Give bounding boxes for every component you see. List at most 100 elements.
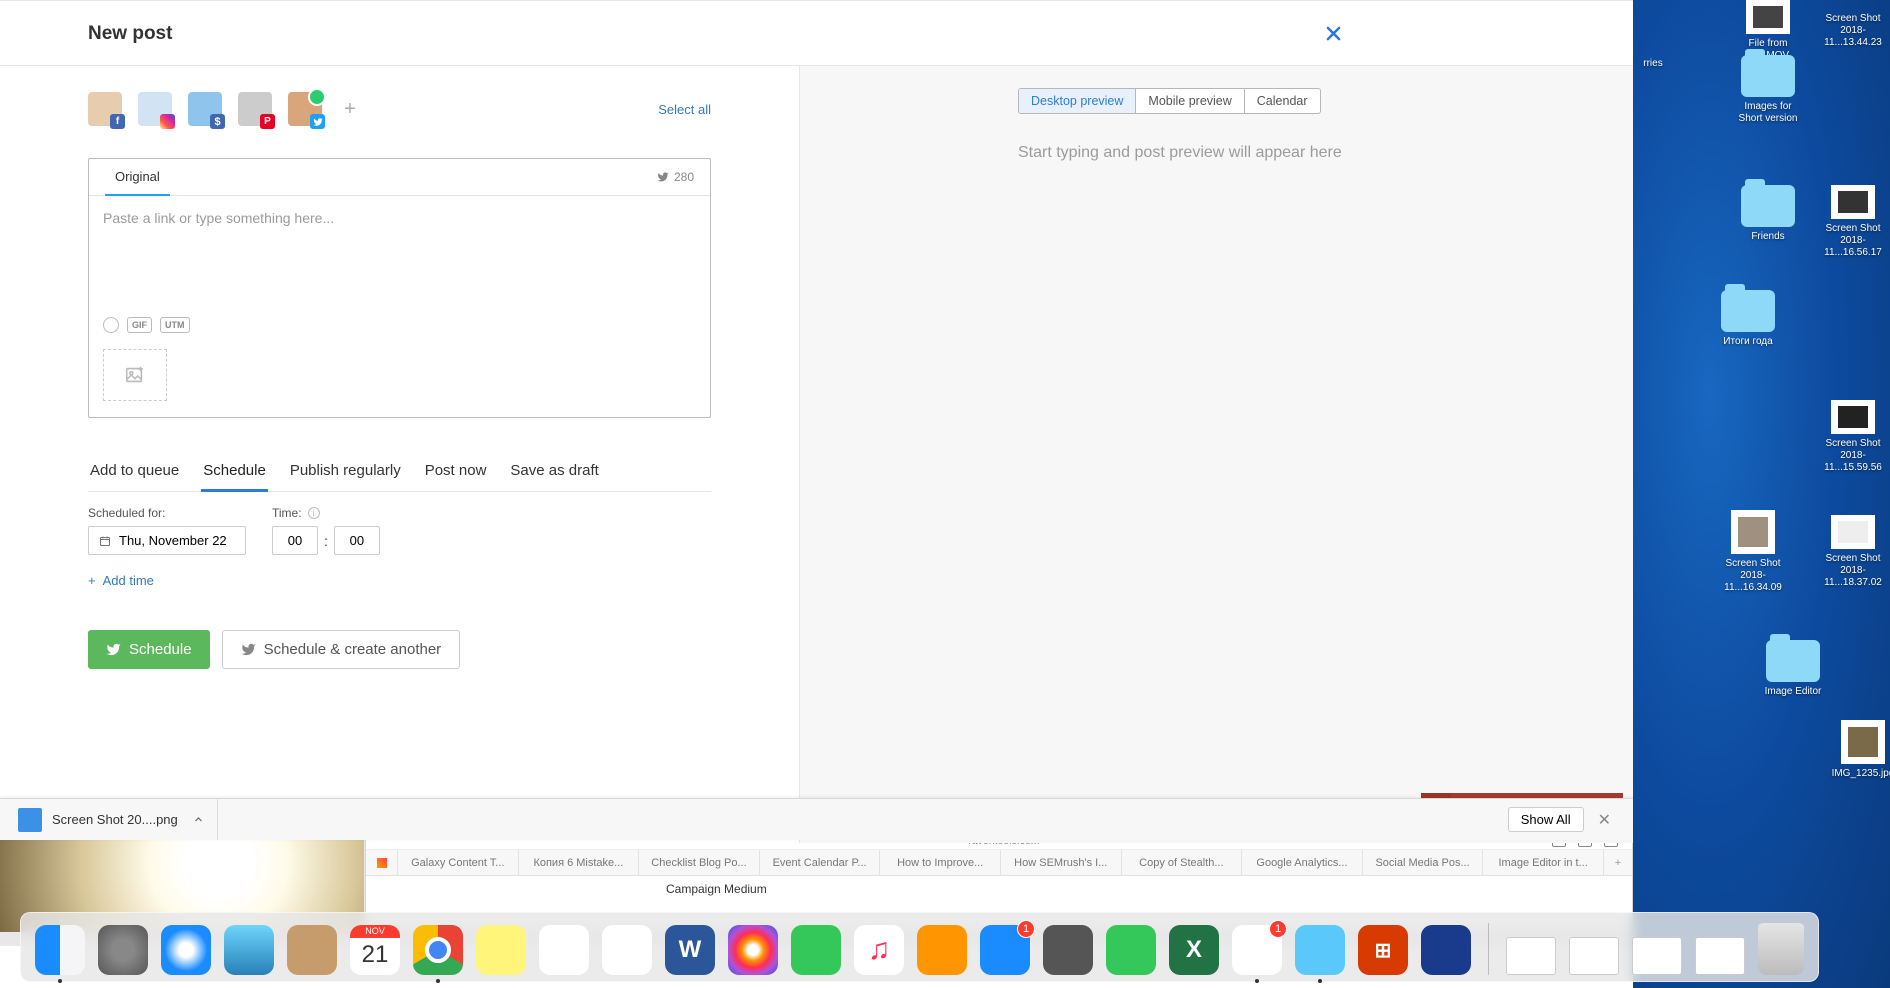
date-value: Thu, November 22 bbox=[119, 533, 227, 548]
dock-preview[interactable] bbox=[1295, 925, 1345, 975]
dock-reminders[interactable] bbox=[539, 925, 589, 975]
editor-tabs-row: Galaxy Content T... Копия 6 Mistake... C… bbox=[366, 850, 1632, 876]
dock-facetime[interactable] bbox=[1106, 925, 1156, 975]
etab-5[interactable]: How SEMrush's I... bbox=[1001, 850, 1122, 875]
desktop-file-ss-1837[interactable]: Screen Shot 2018-11...18.37.02 bbox=[1818, 515, 1888, 589]
desktop-file-ss-1344[interactable]: Screen Shot 2018-11...13.44.23 bbox=[1818, 13, 1888, 49]
editor-tab-fav[interactable] bbox=[366, 850, 398, 875]
tab-add-to-queue[interactable]: Add to queue bbox=[88, 452, 181, 491]
desktop-folder-image-editor[interactable]: Image Editor bbox=[1758, 640, 1828, 698]
char-count: 280 bbox=[657, 170, 694, 184]
account-slack[interactable]: $ bbox=[188, 92, 222, 126]
etab-6[interactable]: Copy of Stealth... bbox=[1122, 850, 1243, 875]
add-account-button[interactable]: + bbox=[338, 97, 362, 121]
desktop-file-img1235[interactable]: IMG_1235.jpg bbox=[1828, 720, 1890, 780]
dock-ibooks[interactable] bbox=[917, 925, 967, 975]
desktop-folder-images-short[interactable]: Images for Short version bbox=[1733, 55, 1803, 125]
tab-post-now[interactable]: Post now bbox=[423, 452, 489, 491]
dock-chrome[interactable] bbox=[413, 925, 463, 975]
composer: Original 280 GIF UTM bbox=[88, 158, 711, 418]
preview-tab-mobile[interactable]: Mobile preview bbox=[1136, 89, 1244, 113]
add-time-link[interactable]: + Add time bbox=[88, 573, 711, 588]
tab-publish-regularly[interactable]: Publish regularly bbox=[288, 452, 403, 491]
dock-excel[interactable]: X bbox=[1169, 925, 1219, 975]
close-button[interactable] bbox=[1318, 17, 1349, 51]
hour-input[interactable] bbox=[272, 526, 318, 555]
dock-min-window-1[interactable] bbox=[1506, 937, 1556, 975]
dock-mail[interactable] bbox=[224, 925, 274, 975]
left-pane: f $ P + Select all Original 280 bbox=[0, 66, 800, 843]
preview-tabs: Desktop preview Mobile preview Calendar bbox=[1018, 88, 1321, 114]
dock-google-calendar[interactable] bbox=[602, 925, 652, 975]
dock-contacts[interactable] bbox=[287, 925, 337, 975]
page-title: New post bbox=[88, 23, 172, 45]
dock-safari[interactable] bbox=[161, 925, 211, 975]
account-instagram[interactable] bbox=[138, 92, 172, 126]
add-image-button[interactable] bbox=[103, 349, 167, 401]
tab-schedule[interactable]: Schedule bbox=[201, 452, 268, 492]
dock-messages[interactable] bbox=[791, 925, 841, 975]
editor-below-label: Campaign Medium bbox=[366, 876, 1632, 896]
dock-calendar[interactable]: NOV21 bbox=[350, 925, 400, 975]
tab-save-as-draft[interactable]: Save as draft bbox=[508, 452, 600, 491]
dock-notes[interactable] bbox=[476, 925, 526, 975]
editor-tab-plus[interactable]: + bbox=[1604, 850, 1632, 875]
dock-launchpad[interactable] bbox=[98, 925, 148, 975]
account-facebook[interactable]: f bbox=[88, 92, 122, 126]
dock-trash[interactable] bbox=[1758, 923, 1804, 975]
emoji-button[interactable] bbox=[103, 317, 119, 333]
schedule-button[interactable]: Schedule bbox=[88, 630, 210, 669]
dock-min-window-2[interactable] bbox=[1569, 937, 1619, 975]
desktop-folder-itogi[interactable]: Итоги года bbox=[1713, 290, 1783, 348]
etab-1[interactable]: Копия 6 Mistake... bbox=[519, 850, 640, 875]
download-filename: Screen Shot 20....png bbox=[52, 812, 178, 827]
dock-settings[interactable] bbox=[1043, 925, 1093, 975]
preview-tab-desktop[interactable]: Desktop preview bbox=[1019, 89, 1136, 113]
desktop-file-ss-1656[interactable]: Screen Shot 2018-11...16.56.17 bbox=[1818, 185, 1888, 259]
desktop-file-ss-1634[interactable]: Screen Shot 2018-11...16.34.09 bbox=[1718, 510, 1788, 594]
dock-word[interactable]: W bbox=[665, 925, 715, 975]
minute-input[interactable] bbox=[334, 526, 380, 555]
info-icon[interactable]: i bbox=[308, 507, 320, 519]
account-twitter-selected[interactable] bbox=[288, 92, 322, 126]
shelf-close-button[interactable]: ✕ bbox=[1588, 804, 1621, 836]
schedule-another-button[interactable]: Schedule & create another bbox=[222, 630, 461, 669]
etab-0[interactable]: Galaxy Content T... bbox=[398, 850, 519, 875]
show-all-button[interactable]: Show All bbox=[1508, 807, 1584, 832]
select-all-link[interactable]: Select all bbox=[658, 102, 711, 117]
dock-office[interactable]: ⊞ bbox=[1358, 925, 1408, 975]
utm-button[interactable]: UTM bbox=[160, 317, 190, 333]
etab-9[interactable]: Image Editor in t... bbox=[1483, 850, 1604, 875]
dock-finder[interactable] bbox=[35, 925, 85, 975]
gif-button[interactable]: GIF bbox=[127, 317, 152, 333]
dock-camtasia[interactable] bbox=[1421, 925, 1471, 975]
etab-2[interactable]: Checklist Blog Po... bbox=[639, 850, 760, 875]
dock-min-window-3[interactable] bbox=[1632, 937, 1682, 975]
etab-4[interactable]: How to Improve... bbox=[880, 850, 1001, 875]
desktop-file-rries[interactable]: rries bbox=[1633, 58, 1673, 70]
desktop-folder-friends[interactable]: Friends bbox=[1733, 185, 1803, 243]
desktop-file-ios-mov[interactable]: File from iOS.MOV bbox=[1733, 0, 1803, 62]
desktop-file-ss-1559[interactable]: Screen Shot 2018-11...15.59.56 bbox=[1818, 400, 1888, 474]
composer-tab-original[interactable]: Original bbox=[105, 159, 170, 196]
accounts-list: f $ P + bbox=[88, 92, 362, 126]
dock-itunes[interactable]: ♫ bbox=[854, 925, 904, 975]
compose-textarea[interactable] bbox=[103, 210, 696, 300]
download-thumb bbox=[18, 808, 42, 832]
date-input[interactable]: Thu, November 22 bbox=[88, 526, 246, 555]
dock-photos[interactable] bbox=[728, 925, 778, 975]
chevron-up-icon[interactable] bbox=[194, 815, 203, 824]
scheduled-for-label: Scheduled for: bbox=[88, 506, 246, 520]
download-item[interactable]: Screen Shot 20....png bbox=[12, 799, 218, 840]
dock-slack[interactable]: 1 bbox=[1232, 925, 1282, 975]
account-pinterest[interactable]: P bbox=[238, 92, 272, 126]
etab-7[interactable]: Google Analytics... bbox=[1242, 850, 1363, 875]
dock-separator bbox=[1488, 923, 1489, 975]
etab-8[interactable]: Social Media Pos... bbox=[1363, 850, 1484, 875]
dock-min-window-4[interactable] bbox=[1695, 937, 1745, 975]
calendar-icon bbox=[99, 535, 111, 547]
plus-icon: + bbox=[88, 573, 96, 588]
preview-tab-calendar[interactable]: Calendar bbox=[1245, 89, 1320, 113]
dock-appstore[interactable]: 1 bbox=[980, 925, 1030, 975]
etab-3[interactable]: Event Calendar P... bbox=[760, 850, 881, 875]
